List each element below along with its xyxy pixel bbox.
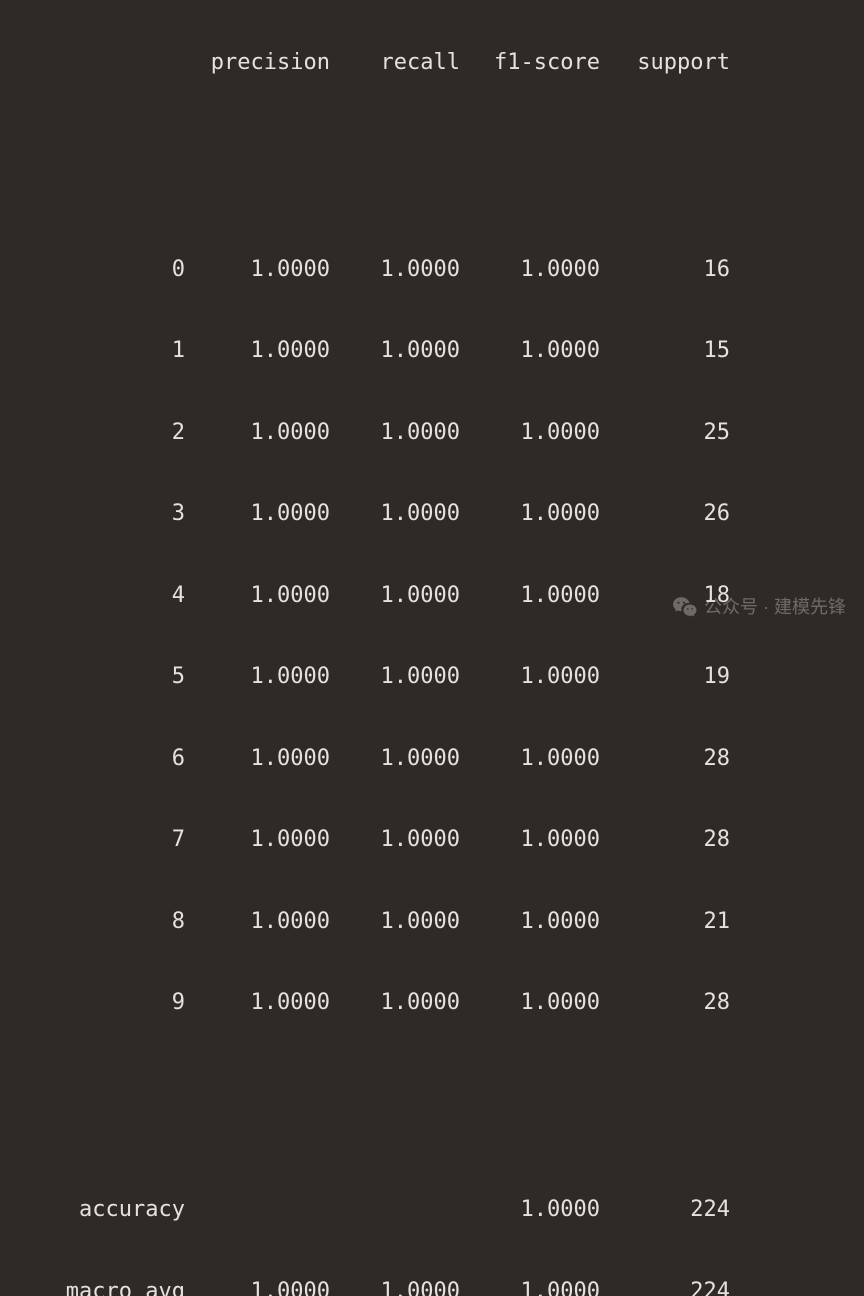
header-support: support	[600, 52, 730, 74]
class-recall: 1.0000	[330, 748, 460, 770]
spacer-row	[0, 1088, 864, 1126]
class-precision: 1.0000	[185, 992, 330, 1014]
class-recall: 1.0000	[330, 829, 460, 851]
class-recall: 1.0000	[330, 503, 460, 525]
class-support: 16	[600, 259, 730, 281]
class-support: 21	[600, 911, 730, 933]
class-row: 7 1.0000 1.0000 1.0000 28	[0, 822, 864, 860]
watermark-text: 公众号 · 建模先锋	[704, 598, 846, 616]
class-f1: 1.0000	[460, 585, 600, 607]
class-precision: 1.0000	[185, 748, 330, 770]
class-f1: 1.0000	[460, 340, 600, 362]
class-label: 8	[0, 911, 185, 933]
class-row: 2 1.0000 1.0000 1.0000 25	[0, 414, 864, 452]
class-f1: 1.0000	[460, 422, 600, 444]
class-recall: 1.0000	[330, 422, 460, 444]
class-label: 1	[0, 340, 185, 362]
accuracy-f1: 1.0000	[460, 1199, 600, 1221]
class-support: 19	[600, 666, 730, 688]
class-label: 0	[0, 259, 185, 281]
class-recall: 1.0000	[330, 666, 460, 688]
class-f1: 1.0000	[460, 911, 600, 933]
macro-f1: 1.0000	[460, 1281, 600, 1296]
class-precision: 1.0000	[185, 911, 330, 933]
class-precision: 1.0000	[185, 422, 330, 444]
class-support: 15	[600, 340, 730, 362]
class-f1: 1.0000	[460, 992, 600, 1014]
header-precision: precision	[185, 52, 330, 74]
class-f1: 1.0000	[460, 829, 600, 851]
watermark: 公众号 · 建模先锋	[672, 594, 846, 620]
class-f1: 1.0000	[460, 748, 600, 770]
class-row: 9 1.0000 1.0000 1.0000 28	[0, 985, 864, 1023]
class-f1: 1.0000	[460, 666, 600, 688]
classification-report: precision recall f1-score support 0 1.00…	[0, 0, 864, 1296]
class-row: 0 1.0000 1.0000 1.0000 16	[0, 251, 864, 289]
class-row: 5 1.0000 1.0000 1.0000 19	[0, 659, 864, 697]
class-recall: 1.0000	[330, 259, 460, 281]
spacer-row	[0, 148, 864, 186]
header-f1: f1-score	[460, 52, 600, 74]
class-precision: 1.0000	[185, 340, 330, 362]
wechat-icon	[672, 594, 698, 620]
class-f1: 1.0000	[460, 503, 600, 525]
class-f1: 1.0000	[460, 259, 600, 281]
class-label: 5	[0, 666, 185, 688]
header-recall: recall	[330, 52, 460, 74]
class-precision: 1.0000	[185, 585, 330, 607]
class-row: 8 1.0000 1.0000 1.0000 21	[0, 903, 864, 941]
class-support: 25	[600, 422, 730, 444]
class-recall: 1.0000	[330, 340, 460, 362]
accuracy-label: accuracy	[0, 1199, 185, 1221]
accuracy-row: accuracy 1.0000 224	[0, 1192, 864, 1230]
class-label: 2	[0, 422, 185, 444]
class-label: 9	[0, 992, 185, 1014]
class-recall: 1.0000	[330, 911, 460, 933]
class-label: 7	[0, 829, 185, 851]
macro-label: macro avg	[0, 1281, 185, 1296]
accuracy-support: 224	[600, 1199, 730, 1221]
class-precision: 1.0000	[185, 503, 330, 525]
macro-recall: 1.0000	[330, 1281, 460, 1296]
class-row: 3 1.0000 1.0000 1.0000 26	[0, 496, 864, 534]
class-support: 26	[600, 503, 730, 525]
class-recall: 1.0000	[330, 992, 460, 1014]
macro-precision: 1.0000	[185, 1281, 330, 1296]
class-precision: 1.0000	[185, 829, 330, 851]
class-row: 6 1.0000 1.0000 1.0000 28	[0, 740, 864, 778]
class-label: 6	[0, 748, 185, 770]
class-label: 4	[0, 585, 185, 607]
class-precision: 1.0000	[185, 666, 330, 688]
class-support: 28	[600, 748, 730, 770]
macro-support: 224	[600, 1281, 730, 1296]
class-recall: 1.0000	[330, 585, 460, 607]
class-support: 28	[600, 992, 730, 1014]
macro-row: macro avg 1.0000 1.0000 1.0000 224	[0, 1273, 864, 1296]
class-label: 3	[0, 503, 185, 525]
class-support: 28	[600, 829, 730, 851]
header-row: precision recall f1-score support	[0, 44, 864, 82]
class-precision: 1.0000	[185, 259, 330, 281]
class-row: 1 1.0000 1.0000 1.0000 15	[0, 333, 864, 371]
